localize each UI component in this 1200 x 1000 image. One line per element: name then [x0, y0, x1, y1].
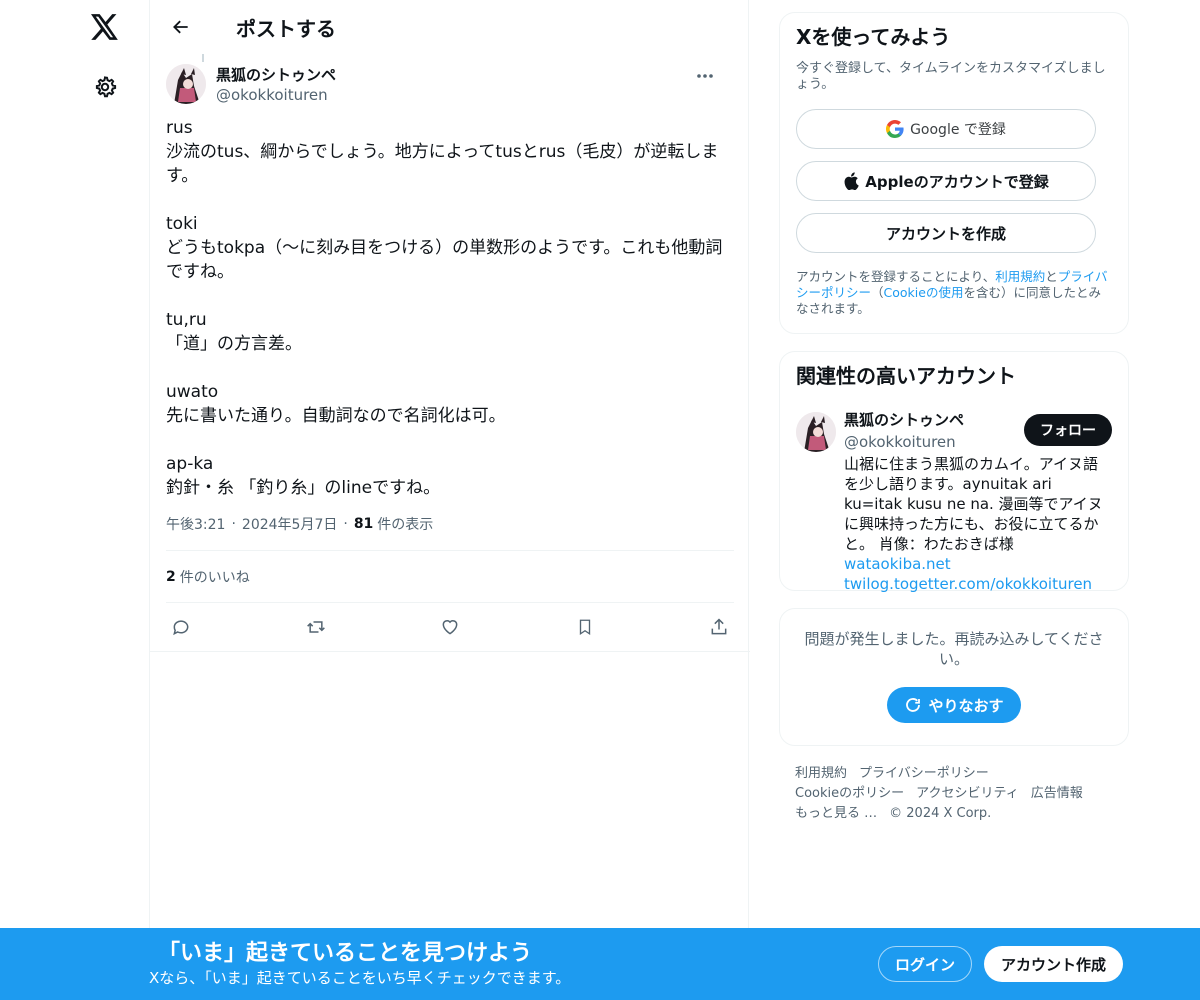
author-names: 黒狐のシトゥンペ @okokkoituren [216, 65, 336, 105]
footer-link-terms[interactable]: 利用規約 [795, 766, 847, 781]
post-text-line [166, 356, 732, 380]
footer-link-accessibility[interactable]: アクセシビリティ [916, 786, 1019, 801]
post-text-line: 先に書いた通り。自動詞なので名詞化は可。 [166, 406, 506, 426]
post-time[interactable]: 午後3:21 [166, 514, 225, 534]
apple-signup-label: Appleのアカウントで登録 [865, 172, 1049, 191]
post-text-line [166, 284, 732, 308]
post-text-line: uwato [166, 382, 219, 402]
post-text-line: どうもtokpa（〜に刻み目をつける）の単数形のようです。これも他動詞 [166, 238, 723, 258]
post-text-line: 釣針・糸 「釣り糸」のlineですね。 [166, 478, 441, 498]
views-count: 81 [353, 516, 374, 532]
signup-button[interactable]: アカウント作成 [984, 946, 1123, 982]
bio-link-wataokiba[interactable]: wataokiba.net [844, 555, 951, 573]
bio-link-twilog[interactable]: twilog.togetter.com/okokkoituren [844, 575, 1092, 593]
create-account-button[interactable]: アカウントを作成 [796, 213, 1096, 253]
post-text-line: 沙流のtus、綱からでしょう。地方によってtusとrus（毛皮）が逆転しま [166, 142, 719, 162]
post-text-line: tu,ru [166, 310, 207, 330]
error-card: 問題が発生しました。再読み込みしてください。 やりなおす [779, 608, 1129, 746]
footer-link-cookie[interactable]: Cookieのポリシー [795, 786, 904, 801]
bottom-bar-subtitle: Xなら、「いま」起きていることをいち早くチェックできます。 [149, 969, 571, 987]
main-column: ポストする 黒狐のシトゥンペ @okokkoituren rus 沙流のtus、… [149, 0, 750, 1000]
google-signup-button[interactable]: Google で登録 [796, 109, 1096, 149]
related-account[interactable]: 黒狐のシトゥンペ @okokkoituren 山裾に住まう黒狐のカムイ。アイヌ語… [796, 410, 1112, 594]
post-text-line: ap-ka [166, 454, 214, 474]
x-logo-icon[interactable] [88, 10, 122, 44]
footer-link-privacy[interactable]: プライバシーポリシー [859, 766, 989, 781]
page-title: ポストする [236, 16, 336, 41]
post-text-line: rus [166, 118, 193, 138]
post-text-line: toki [166, 214, 198, 234]
bottom-bar-title: 「いま」起きていることを見つけよう [158, 941, 533, 966]
error-message: 問題が発生しました。再読み込みしてください。 [804, 630, 1104, 668]
post-text-line: す。 [166, 166, 199, 186]
post-text-line: 「道」の方言差。 [166, 334, 302, 354]
gear-icon[interactable] [88, 70, 122, 104]
more-options-icon[interactable] [690, 66, 720, 86]
legal-paren: （ [871, 285, 884, 300]
left-nav [0, 0, 150, 1000]
post-actions [166, 603, 734, 651]
apple-signup-button[interactable]: Appleのアカウントで登録 [796, 161, 1096, 201]
post-text: rus 沙流のtus、綱からでしょう。地方によってtusとrus（毛皮）が逆転し… [166, 116, 732, 500]
page-header: ポストする [150, 0, 748, 54]
create-account-label: アカウントを作成 [885, 224, 1006, 243]
post-text-line [166, 188, 732, 212]
avatar[interactable] [796, 412, 836, 452]
share-icon[interactable] [708, 616, 730, 638]
bookmark-icon[interactable] [574, 616, 596, 638]
post-author: 黒狐のシトゥンペ @okokkoituren [166, 54, 732, 110]
retry-label: やりなおす [928, 696, 1004, 715]
follow-button[interactable]: フォロー [1024, 414, 1112, 446]
like-icon[interactable] [439, 616, 461, 638]
reply-icon[interactable] [170, 616, 192, 638]
divider [150, 651, 750, 652]
views-label: 件の表示 [377, 517, 434, 533]
bio-text: 山裾に住まう黒狐のカムイ。アイヌ語を少し語ります。aynuitak ari ku… [844, 455, 1103, 553]
repost-icon[interactable] [305, 616, 327, 638]
right-sidebar: Xを使ってみよう 今すぐ登録して、タイムラインをカスタマイズしましょう。 Goo… [779, 12, 1129, 824]
terms-link[interactable]: 利用規約 [995, 269, 1045, 284]
post-meta: 午後3:21 · 2024年5月7日 · 81 件の表示 [166, 514, 732, 534]
retry-button[interactable]: やりなおす [887, 687, 1021, 723]
likes-label: 件のいいね [179, 569, 250, 586]
separator-dot: · [231, 516, 236, 532]
thread-line [202, 54, 204, 62]
cookie-link[interactable]: Cookieの使用 [884, 285, 964, 300]
signup-card: Xを使ってみよう 今すぐ登録して、タイムラインをカスタマイズしましょう。 Goo… [779, 12, 1129, 334]
signup-card-title: Xを使ってみよう [796, 25, 951, 49]
legal-text: アカウントを登録することにより、利用規約とプライバシーポリシー（Cookieの使… [796, 269, 1112, 317]
related-card-title: 関連性の高いアカウント [796, 364, 1016, 388]
related-accounts-card: 関連性の高いアカウント 黒狐のシトゥンペ @okokkoituren 山裾に住ま… [779, 351, 1129, 594]
related-account-bio: 山裾に住まう黒狐のカムイ。アイヌ語を少し語ります。aynuitak ari ku… [844, 454, 1108, 594]
refresh-icon [904, 696, 922, 714]
post-text-line: ですね。 [166, 262, 234, 282]
likes-row[interactable]: 2 件のいいね [166, 550, 734, 603]
google-icon [886, 120, 904, 138]
signup-card-subtitle: 今すぐ登録して、タイムラインをカスタマイズしましょう。 [796, 61, 1106, 92]
bottom-signup-bar: 「いま」起きていることを見つけよう Xなら、「いま」起きていることをいち早くチェ… [0, 928, 1200, 1000]
post-date[interactable]: 2024年5月7日 [242, 514, 337, 534]
footer-link-ads[interactable]: 広告情報 [1031, 786, 1083, 801]
footer-links: 利用規約 プライバシーポリシー Cookieのポリシー アクセシビリティ 広告情報 も… [779, 764, 1129, 824]
separator-dot: · [343, 516, 348, 532]
avatar[interactable] [166, 64, 206, 104]
post: 黒狐のシトゥンペ @okokkoituren rus 沙流のtus、綱からでしょ… [150, 54, 750, 652]
login-button[interactable]: ログイン [878, 946, 972, 982]
footer-link-more[interactable]: もっと見る … [795, 806, 877, 821]
author-handle[interactable]: @okokkoituren [216, 85, 336, 105]
author-display-name[interactable]: 黒狐のシトゥンペ [216, 65, 336, 85]
post-text-line [166, 428, 732, 452]
legal-and: と [1045, 269, 1058, 284]
apple-icon [843, 172, 860, 190]
back-arrow-icon[interactable] [164, 10, 198, 44]
copyright: © 2024 X Corp. [889, 806, 992, 821]
google-signup-label: Google で登録 [910, 122, 1006, 138]
legal-prefix: アカウントを登録することにより、 [796, 269, 996, 284]
likes-count: 2 [166, 568, 176, 585]
